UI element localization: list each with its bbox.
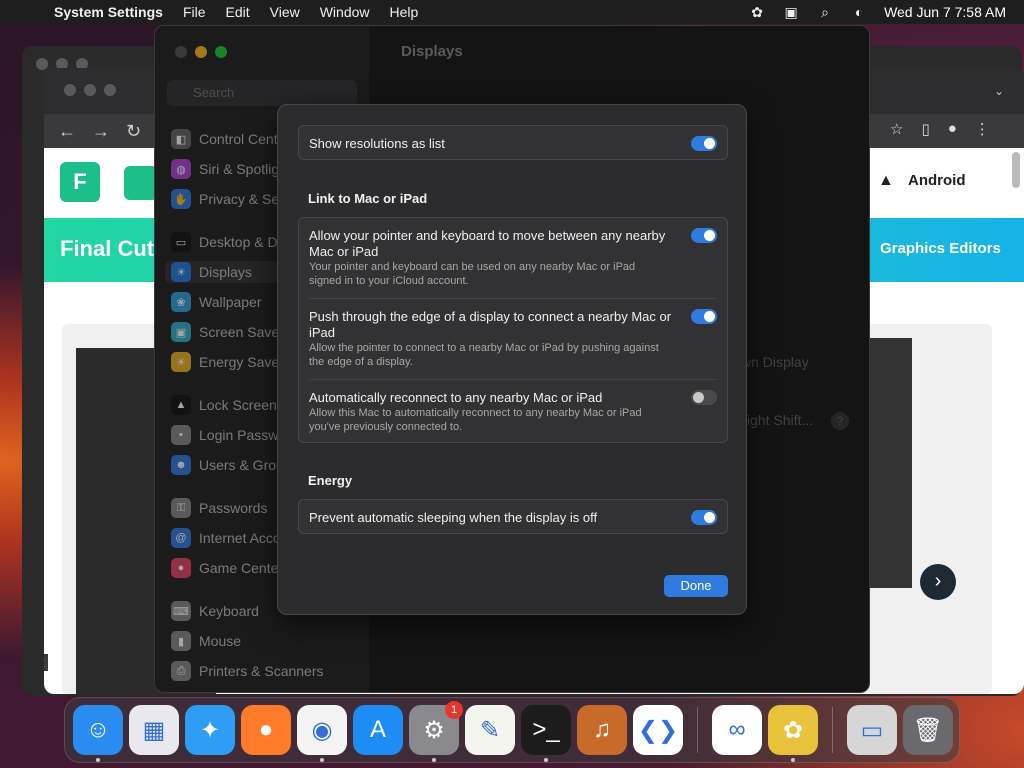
status-url: htt [44,654,49,671]
sidebar-toggle-icon[interactable]: ▯ [921,120,929,138]
garageband-icon[interactable]: ♫ [577,705,627,755]
prevent-sleep-label: Prevent automatic sleeping when the disp… [309,510,598,525]
running-indicator [791,758,795,762]
pointer-keyboard-label: Allow your pointer and keyboard to move … [309,228,666,259]
push-through-toggle[interactable] [691,309,717,324]
running-indicator [544,758,548,762]
help-menu[interactable]: Help [380,4,429,20]
reload-icon[interactable]: ↻ [126,121,141,142]
back-icon[interactable]: ← [58,121,76,142]
push-through-label: Push through the edge of a display to co… [309,309,672,340]
app-menu[interactable]: System Settings [44,4,173,20]
auto-reconnect-label: Automatically reconnect to any nearby Ma… [309,390,603,405]
view-menu[interactable]: View [260,4,310,20]
running-indicator [320,758,324,762]
pointer-keyboard-toggle[interactable] [691,228,717,243]
more-menu-icon[interactable]: ⋮ [975,120,990,138]
tab-dropdown-icon[interactable]: ⌄ [994,84,1004,98]
site-logo[interactable]: F [60,162,100,202]
running-indicator [432,758,436,762]
visual-studio-icon[interactable]: ∞ [712,705,762,755]
terminal-icon[interactable]: >_ [521,705,571,762]
notification-badge: 1 [445,701,463,719]
divider [309,298,717,299]
running-indicator [96,758,100,762]
link-section-title: Link to Mac or iPad [308,191,428,206]
control-center-icon[interactable]: ◐ [850,4,868,20]
window-menu[interactable]: Window [310,4,380,20]
finder-icon[interactable]: ☺ [73,705,123,762]
auto-reconnect-toggle[interactable] [691,390,717,405]
screenshot-image-right [870,338,912,588]
safari-icon[interactable]: ✦ [185,705,235,755]
done-button[interactable]: Done [664,575,728,597]
vscode-icon[interactable]: ❮❯ [633,705,683,755]
spotlight-search-icon[interactable]: ⌕ [816,4,834,20]
hero-title: Final Cut [60,236,155,261]
system-settings-icon[interactable]: ⚙ 1 [409,701,463,762]
browser-window-controls[interactable] [64,84,116,96]
trash-icon[interactable]: 🗑 [903,705,953,755]
nav-android-link[interactable]: Android [908,172,966,189]
nav-graphics-editors-link[interactable]: Graphics Editors [880,240,1001,257]
energy-section-title: Energy [308,473,353,488]
pointer-keyboard-description: Your pointer and keyboard can be used on… [309,261,636,287]
advanced-display-sheet: Show resolutions as list Link to Mac or … [277,104,747,615]
app-store-icon[interactable]: A [353,705,403,755]
prevent-sleep-toggle[interactable] [691,510,717,525]
auto-reconnect-description: Allow this Mac to automatically reconnec… [309,407,642,433]
chrome-icon[interactable]: ◉ [297,705,347,762]
menu-bar: System Settings File Edit View Window He… [0,0,1024,24]
show-resolutions-label: Show resolutions as list [309,136,445,151]
show-resolutions-row: Show resolutions as list [298,125,728,160]
screenshot-thumbnail-icon[interactable]: ▭ [847,705,897,755]
dock: ☺ ▦ ✦ ● ◉ A ⚙ 1 ✎ >_ ♫ ❮❯ ∞ ✿ ▭ 🗑 [64,697,960,763]
link-settings-group: Allow your pointer and keyboard to move … [298,217,728,443]
site-search-button[interactable] [124,166,158,200]
dock-separator [832,707,833,753]
browser-toolbar-icons: ☆ ▯ ● ⋮ [890,120,990,138]
cyberduck-status-icon[interactable]: ✿ [748,4,766,20]
dock-separator [697,707,698,753]
file-menu[interactable]: File [173,4,216,20]
page-scrollbar[interactable] [1012,152,1020,188]
next-slide-button[interactable]: › [920,564,956,600]
menu-clock[interactable]: Wed Jun 7 7:58 AM [884,4,1006,20]
edit-menu[interactable]: Edit [216,4,260,20]
launchpad-icon[interactable]: ▦ [129,705,179,755]
energy-row: Prevent automatic sleeping when the disp… [298,499,728,534]
divider [309,379,717,380]
firefox-icon[interactable]: ● [241,705,291,755]
android-icon: ▲ [878,172,894,189]
forward-icon[interactable]: → [92,121,110,142]
show-resolutions-toggle[interactable] [691,136,717,151]
cyberduck-icon[interactable]: ✿ [768,705,818,762]
profile-icon[interactable]: ● [948,120,957,138]
textedit-icon[interactable]: ✎ [465,705,515,755]
push-through-description: Allow the pointer to connect to a nearby… [309,342,659,368]
bookmark-star-icon[interactable]: ☆ [890,120,903,138]
screen-mirroring-icon[interactable]: ▣ [782,4,800,20]
